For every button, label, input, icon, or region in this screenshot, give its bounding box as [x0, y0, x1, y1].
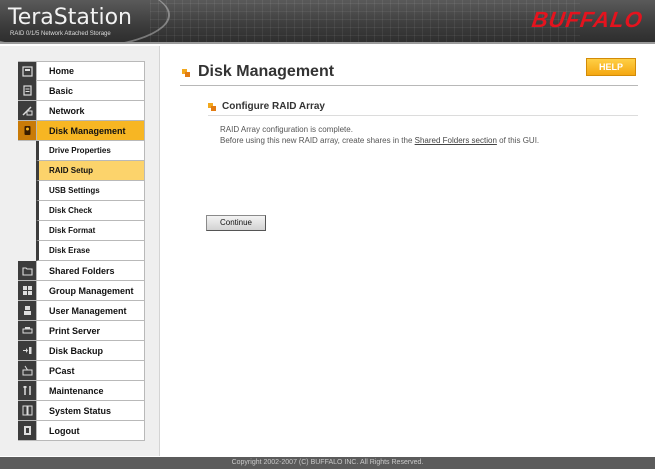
sidebar-item-label: Basic — [49, 85, 74, 96]
sidebar-subitem-label: USB Settings — [49, 186, 100, 195]
sidebar-item-label: Group Management — [49, 285, 134, 296]
user-icon — [18, 301, 37, 320]
network-icon — [18, 101, 37, 120]
sidebar-item-disk-backup[interactable]: Disk Backup — [18, 341, 145, 361]
continue-button[interactable]: Continue — [206, 215, 266, 231]
section-title: Configure RAID Array — [222, 101, 325, 112]
sidebar-item-maintenance[interactable]: Maintenance — [18, 381, 145, 401]
sidebar-item-print-server[interactable]: Print Server — [18, 321, 145, 341]
logout-icon — [18, 421, 37, 440]
sidebar-item-label: Disk Management — [49, 125, 126, 136]
sidebar-item-basic[interactable]: Basic — [18, 81, 145, 101]
sidebar-subitem-disk-format[interactable]: Disk Format — [36, 221, 145, 241]
sidebar-nav: Home Basic Network Disk Management Drive… — [18, 61, 145, 441]
brand-logo: BUFFALO — [530, 7, 645, 32]
sidebar: Home Basic Network Disk Management Drive… — [0, 46, 160, 456]
section-bullet-icon — [208, 103, 216, 111]
message-line-1: RAID Array configuration is complete. — [220, 125, 353, 134]
page-header: Disk Management HELP — [180, 58, 638, 86]
sidebar-subitem-label: Disk Check — [49, 206, 93, 215]
sidebar-item-label: Network — [49, 105, 85, 116]
status-icon — [18, 401, 37, 420]
sidebar-subitem-disk-erase[interactable]: Disk Erase — [36, 241, 145, 261]
sidebar-item-label: Maintenance — [49, 385, 104, 396]
sidebar-item-label: Logout — [49, 425, 80, 436]
header-bar: TeraStation RAID 0/1/5 Network Attached … — [0, 0, 655, 44]
backup-icon — [18, 341, 37, 360]
page-title: Disk Management — [198, 63, 335, 80]
status-message: RAID Array configuration is complete. Be… — [220, 124, 539, 146]
message-line-2: Before using this new RAID array, create… — [220, 135, 539, 146]
folder-icon — [18, 261, 37, 280]
title-bullet-icon — [182, 69, 190, 77]
section-header: Configure RAID Array — [208, 100, 638, 116]
pcast-icon — [18, 361, 37, 380]
main-content: Disk Management HELP Configure RAID Arra… — [160, 46, 655, 456]
sidebar-item-network[interactable]: Network — [18, 101, 145, 121]
sidebar-subitem-label: Drive Properties — [49, 146, 111, 155]
disk-icon — [18, 121, 37, 140]
sidebar-item-label: System Status — [49, 405, 112, 416]
sidebar-item-label: Disk Backup — [49, 345, 104, 356]
product-logo-tagline: RAID 0/1/5 Network Attached Storage — [10, 31, 111, 37]
sidebar-item-user-management[interactable]: User Management — [18, 301, 145, 321]
home-icon — [18, 61, 37, 81]
help-button[interactable]: HELP — [586, 58, 636, 76]
sidebar-subitem-label: Disk Format — [49, 226, 96, 235]
document-icon — [18, 81, 37, 100]
sidebar-item-label: Home — [49, 66, 75, 76]
header-grid-pattern — [150, 0, 580, 42]
message-text-after: of this GUI. — [499, 136, 540, 145]
sidebar-item-home[interactable]: Home — [18, 61, 145, 81]
sidebar-item-pcast[interactable]: PCast — [18, 361, 145, 381]
sidebar-subitem-disk-check[interactable]: Disk Check — [36, 201, 145, 221]
sidebar-item-label: User Management — [49, 305, 127, 316]
footer-copyright: Copyright 2002-2007 (C) BUFFALO INC. All… — [0, 457, 655, 469]
sidebar-item-shared-folders[interactable]: Shared Folders — [18, 261, 145, 281]
sidebar-item-group-management[interactable]: Group Management — [18, 281, 145, 301]
sidebar-subitem-drive-properties[interactable]: Drive Properties — [36, 141, 145, 161]
printer-icon — [18, 321, 37, 340]
tools-icon — [18, 381, 37, 400]
sidebar-item-label: Shared Folders — [49, 265, 115, 276]
sidebar-item-disk-management[interactable]: Disk Management — [18, 121, 145, 141]
sidebar-item-label: Print Server — [49, 325, 101, 336]
sidebar-subitem-usb-settings[interactable]: USB Settings — [36, 181, 145, 201]
sidebar-item-label: PCast — [49, 365, 75, 376]
sidebar-subitem-raid-setup[interactable]: RAID Setup — [36, 161, 145, 181]
sidebar-item-system-status[interactable]: System Status — [18, 401, 145, 421]
sidebar-item-logout[interactable]: Logout — [18, 421, 145, 441]
sidebar-subitem-label: Disk Erase — [49, 246, 90, 255]
shared-folders-link[interactable]: Shared Folders section — [415, 136, 497, 145]
message-text-before: Before using this new RAID array, create… — [220, 136, 413, 145]
product-logo-title: TeraStation — [8, 5, 132, 30]
group-icon — [18, 281, 37, 300]
sidebar-subitem-label: RAID Setup — [49, 166, 93, 175]
